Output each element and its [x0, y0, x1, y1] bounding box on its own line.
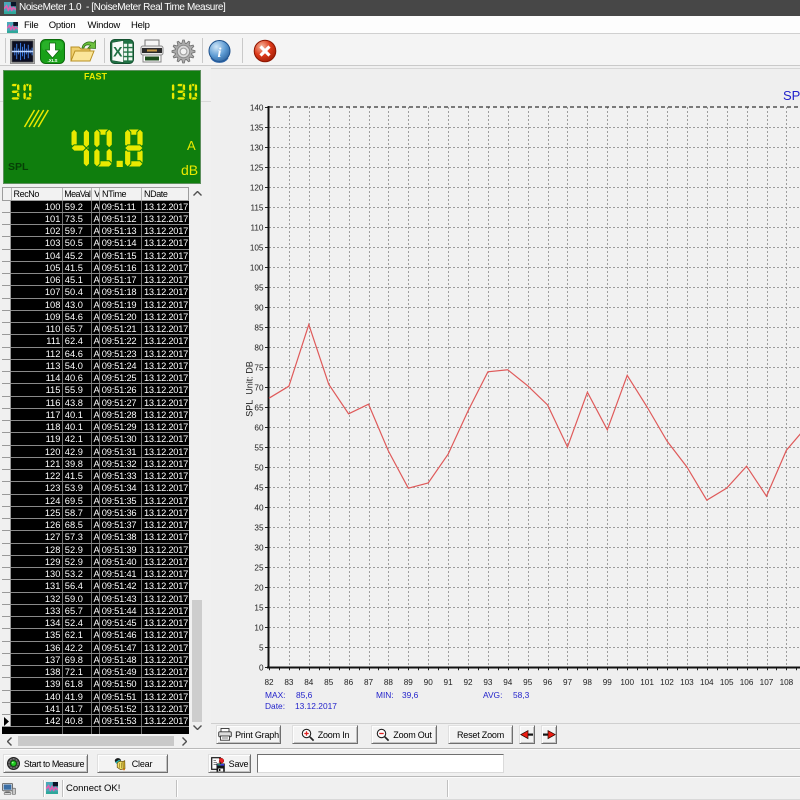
svg-text:65: 65 [254, 404, 264, 413]
svg-text:55: 55 [254, 444, 264, 453]
svg-text:90: 90 [424, 678, 434, 687]
svg-text:SPL Unit: DB: SPL Unit: DB [245, 361, 255, 417]
svg-text:83: 83 [284, 678, 294, 687]
svg-text:104: 104 [700, 678, 714, 687]
svg-text:105: 105 [720, 678, 734, 687]
svg-text:i: i [218, 46, 222, 61]
svg-text:125: 125 [250, 164, 264, 173]
svg-text:100: 100 [620, 678, 634, 687]
svg-text:97: 97 [563, 678, 573, 687]
svg-text:80: 80 [254, 344, 264, 353]
svg-text:99: 99 [603, 678, 613, 687]
svg-text:58,3: 58,3 [513, 690, 530, 700]
svg-text:75: 75 [254, 364, 264, 373]
svg-text:10: 10 [254, 624, 264, 633]
svg-text:85,6: 85,6 [296, 690, 313, 700]
svg-text:70: 70 [254, 384, 264, 393]
svg-text:40: 40 [254, 504, 264, 513]
svg-text:91: 91 [444, 678, 454, 687]
svg-text:82: 82 [264, 678, 274, 687]
svg-text:98: 98 [583, 678, 593, 687]
svg-text:MAX:: MAX: [265, 690, 285, 700]
svg-text:102: 102 [660, 678, 674, 687]
svg-text:X: X [113, 44, 123, 60]
svg-text:120: 120 [250, 184, 264, 193]
svg-text:103: 103 [680, 678, 694, 687]
svg-text:39,6: 39,6 [402, 690, 419, 700]
svg-text:96: 96 [543, 678, 553, 687]
svg-text:45: 45 [254, 484, 264, 493]
svg-text:100: 100 [250, 264, 264, 273]
svg-text:13.12.2017: 13.12.2017 [295, 701, 337, 711]
svg-text:dB: dB [181, 162, 198, 178]
svg-text:25: 25 [254, 564, 264, 573]
svg-text:60: 60 [254, 424, 264, 433]
svg-text:SPL: SPL [783, 88, 800, 103]
svg-text:FAST: FAST [84, 72, 108, 82]
svg-text:AVG:: AVG: [483, 690, 502, 700]
svg-text:86: 86 [344, 678, 354, 687]
svg-text:30: 30 [254, 544, 264, 553]
svg-text:115: 115 [250, 204, 263, 213]
svg-text:92: 92 [463, 678, 473, 687]
svg-text:0: 0 [259, 664, 264, 673]
svg-text:106: 106 [740, 678, 754, 687]
svg-text:94: 94 [503, 678, 513, 687]
svg-text:Date:: Date: [265, 701, 285, 711]
svg-text:.XLS: .XLS [47, 58, 57, 63]
svg-text:140: 140 [250, 104, 264, 113]
svg-text:90: 90 [254, 304, 264, 313]
svg-text:85: 85 [324, 678, 334, 687]
svg-text:MIN:: MIN: [376, 690, 394, 700]
svg-text:20: 20 [254, 584, 264, 593]
svg-text:110: 110 [250, 224, 263, 233]
svg-text:A: A [187, 138, 196, 153]
svg-text:5: 5 [259, 644, 264, 653]
svg-text:SPL: SPL [8, 161, 29, 173]
svg-text:95: 95 [523, 678, 533, 687]
svg-text:88: 88 [384, 678, 394, 687]
svg-text:95: 95 [254, 284, 264, 293]
svg-text:130: 130 [250, 144, 264, 153]
svg-text:85: 85 [254, 324, 264, 333]
svg-text:87: 87 [364, 678, 374, 687]
svg-text:50: 50 [254, 464, 264, 473]
svg-text:135: 135 [250, 124, 264, 133]
svg-text:15: 15 [254, 604, 264, 613]
svg-text:108: 108 [780, 678, 794, 687]
svg-text:84: 84 [304, 678, 314, 687]
svg-text:93: 93 [483, 678, 493, 687]
svg-text:107: 107 [760, 678, 774, 687]
svg-text:101: 101 [640, 678, 654, 687]
svg-text:105: 105 [250, 244, 264, 253]
svg-text:35: 35 [254, 524, 264, 533]
svg-text:89: 89 [404, 678, 414, 687]
